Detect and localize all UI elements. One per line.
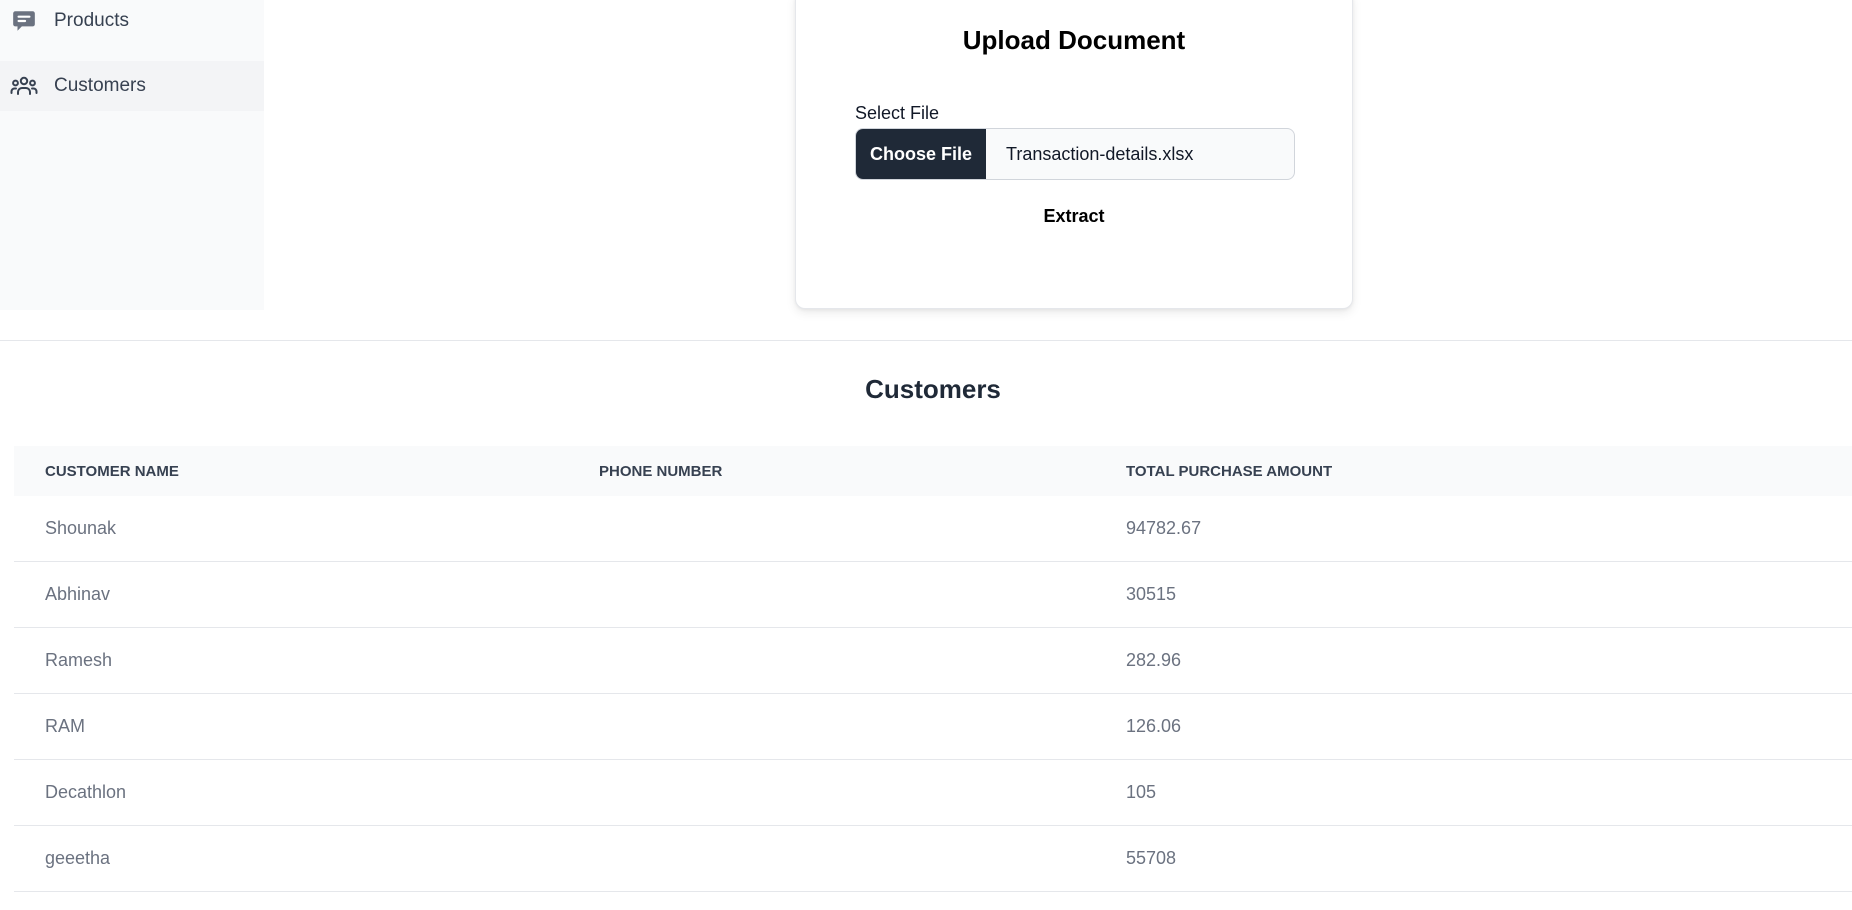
column-header-customer-name: CUSTOMER NAME (45, 462, 179, 480)
customer-name-cell: Shounak (45, 518, 117, 538)
sidebar: Products Customers (0, 0, 264, 310)
sidebar-item-customers[interactable]: Customers (0, 61, 264, 111)
users-icon (10, 72, 38, 100)
total-purchase-cell: 126.06 (1126, 716, 1182, 736)
table-row: geeetha 55708 (14, 826, 1852, 892)
customer-name-cell: geeetha (45, 848, 111, 868)
customer-name-cell: RAM (45, 716, 85, 736)
sidebar-item-label: Customers (54, 75, 146, 96)
total-purchase-cell: 55708 (1126, 848, 1177, 868)
section-divider (0, 340, 1852, 341)
table-row: Abhinav 30515 (14, 562, 1852, 628)
page: Products Customers Upload Document Selec… (0, 0, 1852, 910)
upload-title: Upload Document (962, 25, 1186, 55)
customer-name-cell: Abhinav (45, 584, 111, 604)
choose-file-button[interactable]: Choose File (856, 129, 986, 179)
customer-name-cell: Decathlon (45, 782, 127, 802)
table-row: Ramesh 282.96 (14, 628, 1852, 694)
sidebar-item-label: Products (54, 10, 129, 31)
column-header-total-purchase: TOTAL PURCHASE AMOUNT (1126, 462, 1333, 480)
table-row: RAM 126.06 (14, 694, 1852, 760)
customers-title: Customers (865, 374, 1001, 404)
selected-file-name: Transaction-details.xlsx (1006, 143, 1194, 164)
total-purchase-cell: 282.96 (1126, 650, 1182, 670)
customers-table: CUSTOMER NAME PHONE NUMBER TOTAL PURCHAS… (14, 446, 1852, 892)
extract-button[interactable]: Extract (796, 206, 1352, 227)
total-purchase-cell: 105 (1126, 782, 1157, 802)
column-header-phone-number: PHONE NUMBER (599, 462, 723, 480)
table-row: Shounak 94782.67 (14, 496, 1852, 562)
sidebar-item-products[interactable]: Products (0, 0, 264, 46)
table-header: CUSTOMER NAME PHONE NUMBER TOTAL PURCHAS… (14, 446, 1852, 496)
select-file-label: Select File (855, 103, 940, 123)
total-purchase-cell: 94782.67 (1126, 518, 1202, 538)
table-row: Decathlon 105 (14, 760, 1852, 826)
total-purchase-cell: 30515 (1126, 584, 1177, 604)
upload-card: Upload Document Select File Choose File … (795, 0, 1353, 309)
customer-name-cell: Ramesh (45, 650, 113, 670)
file-input[interactable]: Choose File Transaction-details.xlsx (855, 128, 1295, 180)
chat-bubble-icon (10, 7, 38, 35)
